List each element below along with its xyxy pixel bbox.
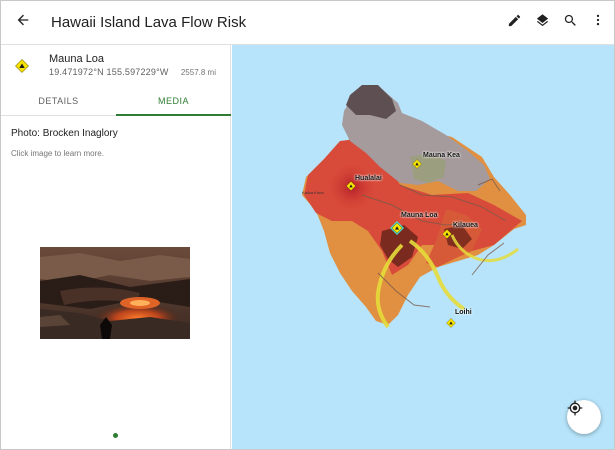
- feature-coordinates: 19.471972°N 155.597229°W: [49, 67, 169, 77]
- app-title: Hawaii Island Lava Flow Risk: [51, 14, 247, 31]
- app-toolbar: Hawaii Island Lava Flow Risk: [1, 1, 614, 45]
- map-label-hualalai: Hualalai: [355, 175, 382, 182]
- map-label-kailua: Kailua Kona: [302, 190, 324, 195]
- arrow-back-icon: [15, 12, 31, 33]
- pencil-icon: [507, 13, 522, 33]
- map-label-kilauea: Kilauea: [453, 222, 478, 229]
- map-label-mauna-loa: Mauna Loa: [401, 212, 438, 219]
- map-view[interactable]: Mauna Kea Hualalai Mauna Loa Kilauea Loi…: [232, 45, 614, 449]
- search-button[interactable]: [556, 1, 584, 45]
- tab-details[interactable]: DETAILS: [1, 87, 116, 115]
- back-button[interactable]: [3, 1, 43, 45]
- edit-button[interactable]: [500, 1, 528, 45]
- layers-button[interactable]: [528, 1, 556, 45]
- island-map-graphic: [302, 85, 526, 329]
- more-vert-icon: [591, 13, 605, 32]
- marker-loihi[interactable]: [446, 318, 456, 328]
- marker-hualalai[interactable]: [346, 181, 356, 191]
- more-options-button[interactable]: [584, 1, 612, 45]
- feature-name: Mauna Loa: [49, 53, 105, 65]
- marker-mauna-kea[interactable]: [412, 159, 422, 169]
- lava-crater-photo: [40, 247, 190, 339]
- selected-volcano-marker-icon: [390, 221, 404, 235]
- media-photo[interactable]: [40, 247, 190, 339]
- feature-header[interactable]: Mauna Loa 19.471972°N 155.597229°W 2557.…: [1, 45, 230, 87]
- volcano-marker-icon: [412, 159, 422, 169]
- map-label-mauna-kea: Mauna Kea: [423, 152, 460, 159]
- feature-distance: 2557.8 mi: [180, 68, 216, 77]
- volcano-marker-icon: [446, 318, 456, 328]
- feature-panel: Mauna Loa 19.471972°N 155.597229°W 2557.…: [1, 45, 231, 449]
- my-location-button[interactable]: [567, 400, 601, 434]
- tab-media[interactable]: MEDIA: [116, 87, 231, 116]
- map-label-loihi: Loihi: [455, 309, 472, 316]
- panel-tabs: DETAILS MEDIA: [1, 87, 231, 116]
- media-page-indicator: [113, 433, 118, 438]
- volcano-marker-icon: [346, 181, 356, 191]
- volcano-marker-icon: [442, 229, 452, 239]
- media-title: Photo: Brocken Inaglory: [11, 128, 118, 139]
- marker-mauna-loa[interactable]: [390, 221, 404, 235]
- marker-kilauea[interactable]: [442, 229, 452, 239]
- media-hint: Click image to learn more.: [11, 149, 104, 158]
- app-window: Hawaii Island Lava Flow Risk Mauna Loa 1…: [0, 0, 615, 450]
- layers-icon: [535, 13, 550, 33]
- volcano-marker-icon: [15, 59, 29, 73]
- search-icon: [563, 13, 578, 33]
